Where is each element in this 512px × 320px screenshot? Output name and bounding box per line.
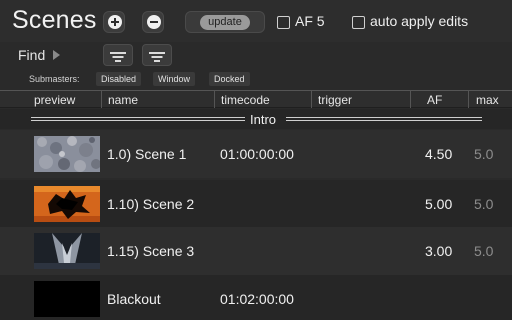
column-af[interactable]: AF <box>427 93 442 107</box>
scene-timecode: 01:00:00:00 <box>220 146 294 162</box>
submasters-option-disabled[interactable]: Disabled <box>96 72 142 86</box>
update-button[interactable]: update <box>185 11 265 33</box>
column-trigger[interactable]: trigger <box>318 93 352 107</box>
filter-icon <box>149 52 165 54</box>
scene-row[interactable]: 1.10) Scene 2 5.00 5.0 <box>0 180 512 228</box>
filter-button-2[interactable] <box>142 44 172 66</box>
scene-max-value: 5.0 <box>474 196 494 212</box>
update-button-label: update <box>200 15 250 30</box>
scene-row[interactable]: 1.15) Scene 3 3.00 5.0 <box>0 227 512 275</box>
column-header: preview name timecode trigger AF max <box>0 90 512 108</box>
plus-icon <box>108 15 122 29</box>
column-separator <box>410 91 411 108</box>
group-divider-line <box>31 117 245 121</box>
scene-preview-thumbnail <box>34 136 100 172</box>
header-bar: Scenes update AF 5 auto apply edits <box>0 0 512 42</box>
column-separator <box>311 91 312 108</box>
filter-icon <box>110 52 126 54</box>
af-checkbox[interactable] <box>277 16 290 29</box>
scene-af-value[interactable]: 5.00 <box>425 196 452 212</box>
scene-timecode: 01:02:00:00 <box>220 291 294 307</box>
scene-preview-thumbnail <box>34 233 100 269</box>
find-label[interactable]: Find <box>18 47 45 63</box>
minus-icon <box>147 15 161 29</box>
scene-row[interactable]: 1.0) Scene 1 01:00:00:00 4.50 5.0 <box>0 130 512 178</box>
scene-preview-thumbnail <box>34 186 100 222</box>
column-name[interactable]: name <box>108 93 138 107</box>
column-separator <box>468 91 469 108</box>
submasters-bar: Submasters: Disabled Window Docked <box>0 70 512 88</box>
filter-button[interactable] <box>103 44 133 66</box>
scene-max-value: 5.0 <box>474 243 494 259</box>
scene-name: 1.0) Scene 1 <box>107 146 187 162</box>
column-preview[interactable]: preview <box>34 93 75 107</box>
scene-name: Blackout <box>107 291 161 307</box>
column-separator <box>214 91 215 108</box>
scene-af-value[interactable]: 4.50 <box>425 146 452 162</box>
auto-apply-checkbox[interactable] <box>352 16 365 29</box>
auto-apply-label: auto apply edits <box>370 13 469 29</box>
group-header-row[interactable]: Intro <box>0 109 512 129</box>
scene-row[interactable]: Blackout 01:02:00:00 <box>0 275 512 320</box>
submasters-option-docked[interactable]: Docked <box>209 72 250 86</box>
group-divider-line <box>286 117 482 121</box>
column-separator <box>101 91 102 108</box>
scene-name: 1.10) Scene 2 <box>107 196 195 212</box>
remove-scene-button[interactable] <box>142 11 164 33</box>
scene-name: 1.15) Scene 3 <box>107 243 195 259</box>
panel-title: Scenes <box>12 6 97 34</box>
column-timecode[interactable]: timecode <box>221 93 270 107</box>
submasters-label: Submasters: <box>29 74 80 84</box>
submasters-option-window[interactable]: Window <box>153 72 196 86</box>
scene-preview-thumbnail <box>34 281 100 317</box>
add-scene-button[interactable] <box>103 11 125 33</box>
disclosure-arrow-icon[interactable] <box>53 50 60 60</box>
group-title: Intro <box>250 112 277 127</box>
scenes-panel: Scenes update AF 5 auto apply edits Find… <box>0 0 512 320</box>
scene-af-value[interactable]: 3.00 <box>425 243 452 259</box>
column-max[interactable]: max <box>476 93 499 107</box>
scene-max-value: 5.0 <box>474 146 494 162</box>
af-checkbox-label: AF 5 <box>295 13 325 29</box>
